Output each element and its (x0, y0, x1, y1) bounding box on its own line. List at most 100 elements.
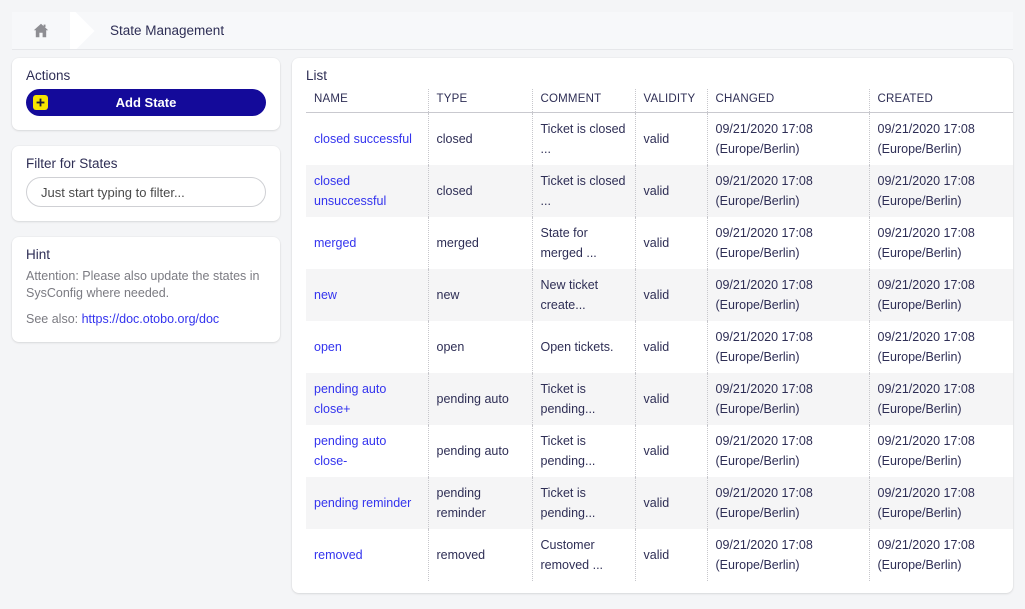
column-header-comment[interactable]: COMMENT (532, 89, 636, 113)
cell-created: 09/21/2020 17:08 (Europe/Berlin) (877, 226, 975, 260)
table-row[interactable]: open open Open tickets. valid 09/21/2020 17:… (306, 321, 1013, 373)
home-icon (33, 23, 49, 38)
column-header-type[interactable]: TYPE (428, 89, 533, 113)
hint-see-also: See also: https://doc.otobo.org/doc (26, 311, 266, 328)
state-name-link[interactable]: open (314, 340, 342, 354)
table-row[interactable]: merged merged State for merged ... valid 09/… (306, 217, 1013, 269)
cell-changed: 09/21/2020 17:08 (Europe/Berlin) (707, 165, 870, 217)
cell-created: 09/21/2020 17:08 (Europe/Berlin) (877, 330, 975, 364)
state-name-link[interactable]: pending auto close+ (314, 382, 386, 416)
cell-validity: valid (635, 112, 708, 165)
table-row[interactable]: pending auto close-pending auto Ticket is… (306, 425, 1013, 477)
cell-comment: New ticket create... (532, 269, 636, 321)
cell-validity: valid (635, 321, 708, 373)
cell-created: 09/21/2020 17:08 (Europe/Berlin) (877, 538, 975, 572)
column-header-name[interactable]: NAME (306, 89, 429, 113)
cell-name[interactable]: closed unsuccessful (306, 165, 429, 217)
cell-changed: 09/21/2020 17:08 (Europe/Berlin) (707, 321, 870, 373)
cell-name[interactable]: removed (306, 529, 429, 581)
add-state-button[interactable]: Add State (26, 89, 266, 116)
cell-name[interactable]: pending auto close+ (306, 373, 429, 425)
hint-widget-header: Hint (26, 247, 51, 262)
state-list-table: NAME TYPE COMMENT VALIDITY CHANGED CREAT… (306, 89, 1013, 581)
cell-comment: State for merged ... (532, 217, 636, 269)
column-header-validity[interactable]: VALIDITY (635, 89, 708, 113)
cell-name[interactable]: merged (306, 217, 429, 269)
cell-comment: Ticket is closed ... (532, 112, 636, 165)
cell-comment: Ticket is pending... (532, 373, 636, 425)
cell-name[interactable]: open (306, 321, 429, 373)
cell-validity: valid (635, 269, 708, 321)
cell-validity: valid (635, 477, 708, 529)
table-header-row: NAME TYPE COMMENT VALIDITY CHANGED CREAT… (306, 89, 1013, 113)
list-widget: List NAME TYPE COMMENT VALIDITY CHANGED (292, 58, 1013, 593)
table-header: NAME TYPE COMMENT VALIDITY CHANGED CREAT… (306, 89, 1013, 113)
hint-doc-link[interactable]: https://doc.otobo.org/doc (82, 312, 220, 326)
cell-changed: 09/21/2020 17:08 (Europe/Berlin) (707, 373, 870, 425)
cell-comment: Ticket is pending... (532, 425, 636, 477)
cell-type: closed (428, 112, 533, 165)
state-name-link[interactable]: closed unsuccessful (314, 174, 386, 208)
add-state-button-label: Add State (115, 95, 177, 110)
cell-type: merged (428, 217, 533, 269)
table-row[interactable]: pending auto close+ pending auto Ticket is… (306, 373, 1013, 425)
cell-comment: Ticket is closed ... (532, 165, 636, 217)
cell-changed: 09/21/2020 17:08 (Europe/Berlin) (707, 425, 870, 477)
table-body: closed successful closed Ticket is closed … (306, 112, 1013, 581)
table-row[interactable]: closed successful closed Ticket is closed … (306, 112, 1013, 165)
cell-name[interactable]: pending reminder (306, 477, 429, 529)
column-header-created[interactable]: CREATED (869, 89, 1013, 113)
state-name-link[interactable]: closed successful (314, 132, 412, 146)
cell-type: open (428, 321, 533, 373)
cell-comment: Customer removed ... (532, 529, 636, 581)
cell-type: pending reminder (428, 477, 533, 529)
filter-states-input[interactable] (26, 177, 266, 207)
cell-created: 09/21/2020 17:08 (Europe/Berlin) (877, 278, 975, 312)
cell-comment: Open tickets. (532, 321, 636, 373)
table-row[interactable]: removed removed Customer removed ... valid 0… (306, 529, 1013, 581)
breadcrumb: State Management (12, 12, 1013, 50)
state-name-link[interactable]: merged (314, 236, 356, 250)
plus-icon (33, 95, 48, 110)
state-name-link[interactable]: pending auto close- (314, 434, 386, 468)
actions-widget-header: Actions (26, 68, 71, 83)
page-title: State Management (110, 23, 225, 38)
cell-type: pending auto (428, 425, 533, 477)
cell-type: new (428, 269, 533, 321)
cell-changed: 09/21/2020 17:08 (Europe/Berlin) (707, 529, 870, 581)
sidebar: Actions Add State Filter for States Just… (12, 58, 280, 358)
cell-created: 09/21/2020 17:08 (Europe/Berlin) (877, 434, 975, 468)
cell-validity: valid (635, 165, 708, 217)
cell-changed: 09/21/2020 17:08 (Europe/Berlin) (707, 477, 870, 529)
state-name-link[interactable]: pending reminder (314, 496, 411, 510)
cell-type: closed (428, 165, 533, 217)
hint-text: Attention: Please also update the states… (26, 269, 260, 300)
cell-created: 09/21/2020 17:08 (Europe/Berlin) (877, 122, 975, 156)
list-widget-header: List (306, 68, 328, 83)
cell-created: 09/21/2020 17:08 (Europe/Berlin) (877, 382, 975, 416)
actions-widget: Actions Add State (12, 58, 280, 130)
hint-see-also-prefix: See also: (26, 312, 82, 326)
cell-validity: valid (635, 425, 708, 477)
cell-validity: valid (635, 529, 708, 581)
filter-widget-header: Filter for States (26, 156, 118, 171)
state-name-link[interactable]: new (314, 288, 337, 302)
filter-widget: Filter for States (12, 146, 280, 221)
breadcrumb-home-link[interactable] (12, 12, 70, 49)
cell-type: removed (428, 529, 533, 581)
cell-created: 09/21/2020 17:08 (Europe/Berlin) (877, 174, 975, 208)
cell-name[interactable]: new (306, 269, 429, 321)
cell-type: pending auto (428, 373, 533, 425)
table-row[interactable]: new new New ticket create... valid 09/21/202… (306, 269, 1013, 321)
hint-widget: Hint Attention: Please also update the s… (12, 237, 280, 342)
table-row[interactable]: closed unsuccessful closed Ticket is close… (306, 165, 1013, 217)
cell-name[interactable]: closed successful (306, 112, 429, 165)
cell-changed: 09/21/2020 17:08 (Europe/Berlin) (707, 112, 870, 165)
main-content: List NAME TYPE COMMENT VALIDITY CHANGED (292, 58, 1013, 609)
column-header-changed[interactable]: CHANGED (707, 89, 870, 113)
state-name-link[interactable]: removed (314, 548, 363, 562)
table-row[interactable]: pending reminder pending reminder Ticket i… (306, 477, 1013, 529)
cell-changed: 09/21/2020 17:08 (Europe/Berlin) (707, 269, 870, 321)
cell-name[interactable]: pending auto close- (306, 425, 429, 477)
chevron-right-separator-icon (70, 12, 96, 49)
